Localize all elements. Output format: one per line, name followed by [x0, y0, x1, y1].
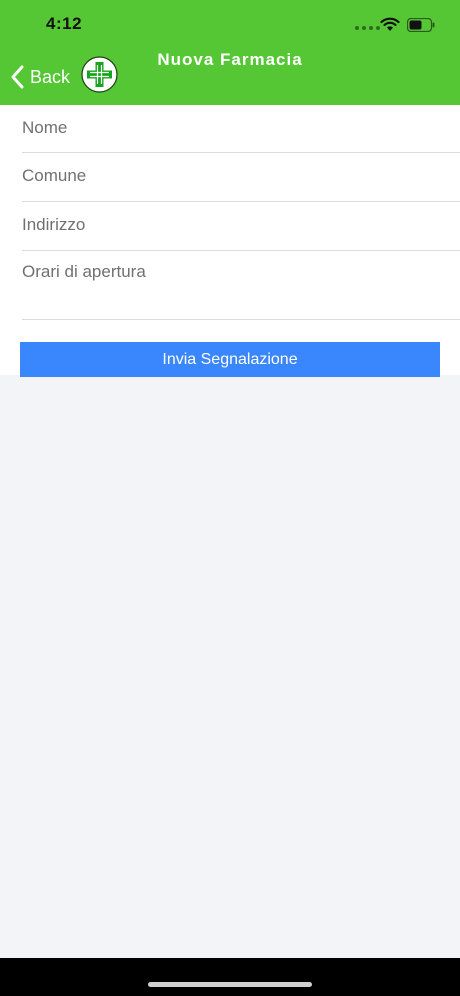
- orari-textarea[interactable]: [22, 262, 460, 312]
- orari-field-row: [22, 251, 460, 320]
- indirizzo-field-row: [22, 202, 460, 251]
- nome-input[interactable]: [22, 118, 460, 138]
- back-label: Back: [30, 66, 71, 87]
- comune-input[interactable]: [22, 166, 460, 186]
- comune-field-row: [22, 153, 460, 202]
- signal-dots-icon: [355, 26, 380, 30]
- new-pharmacy-form: [0, 105, 460, 375]
- back-button[interactable]: Back: [10, 62, 70, 92]
- submit-report-button[interactable]: Invia Segnalazione: [20, 342, 440, 377]
- pharmacy-cross-icon: [81, 56, 118, 93]
- page-title: Nuova Farmacia: [157, 50, 303, 69]
- navigation-header: 4:12 Back Nuova Farmacia: [0, 0, 460, 105]
- wifi-icon: [380, 17, 400, 31]
- nome-field-row: [22, 105, 460, 153]
- status-time: 4:12: [46, 14, 83, 33]
- indirizzo-input[interactable]: [22, 215, 460, 235]
- battery-icon: [407, 18, 435, 32]
- home-indicator[interactable]: [148, 982, 312, 987]
- home-bar-area: [0, 958, 460, 996]
- chevron-left-icon: [11, 65, 24, 89]
